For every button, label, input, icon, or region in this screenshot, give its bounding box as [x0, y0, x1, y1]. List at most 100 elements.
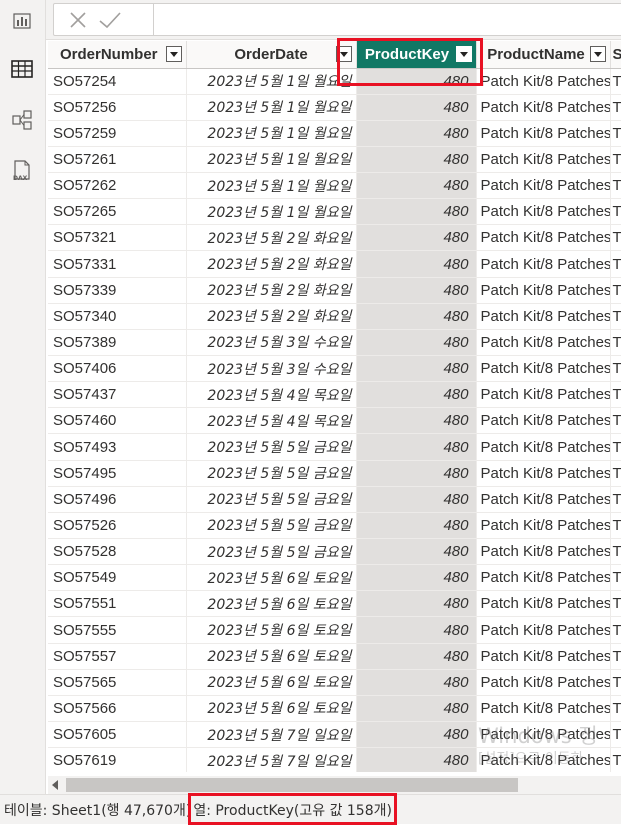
cell-ordernumber[interactable]: SO57555: [48, 617, 186, 643]
cell-productkey[interactable]: 480: [356, 434, 476, 460]
cell-s[interactable]: T: [610, 277, 621, 303]
cell-productname[interactable]: Patch Kit/8 Patches: [476, 303, 610, 329]
cell-s[interactable]: T: [610, 695, 621, 721]
filter-dropdown-icon[interactable]: [336, 46, 352, 62]
cell-orderdate[interactable]: 2023년 5월 4일 목요일: [186, 408, 356, 434]
cell-orderdate[interactable]: 2023년 5월 6일 토요일: [186, 565, 356, 591]
report-view-icon[interactable]: [9, 8, 35, 34]
cell-productkey[interactable]: 480: [356, 565, 476, 591]
cell-s[interactable]: T: [610, 669, 621, 695]
cell-orderdate[interactable]: 2023년 5월 5일 금요일: [186, 539, 356, 565]
cell-productkey[interactable]: 480: [356, 277, 476, 303]
cell-s[interactable]: T: [610, 486, 621, 512]
model-view-icon[interactable]: [9, 107, 35, 133]
cell-s[interactable]: T: [610, 748, 621, 772]
cell-orderdate[interactable]: 2023년 5월 2일 화요일: [186, 303, 356, 329]
cell-ordernumber[interactable]: SO57406: [48, 356, 186, 382]
column-header-productname[interactable]: ProductName: [476, 41, 610, 68]
cell-productname[interactable]: Patch Kit/8 Patches: [476, 695, 610, 721]
cell-s[interactable]: T: [610, 68, 621, 94]
cell-productkey[interactable]: 480: [356, 329, 476, 355]
cell-s[interactable]: T: [610, 434, 621, 460]
cell-orderdate[interactable]: 2023년 5월 2일 화요일: [186, 277, 356, 303]
cell-ordernumber[interactable]: SO57340: [48, 303, 186, 329]
cell-s[interactable]: T: [610, 173, 621, 199]
filter-dropdown-icon[interactable]: [590, 46, 606, 62]
cell-productkey[interactable]: 480: [356, 225, 476, 251]
cell-orderdate[interactable]: 2023년 5월 1일 월요일: [186, 173, 356, 199]
cell-s[interactable]: T: [610, 356, 621, 382]
cell-s[interactable]: T: [610, 512, 621, 538]
cell-s[interactable]: T: [610, 565, 621, 591]
cell-s[interactable]: T: [610, 382, 621, 408]
cell-s[interactable]: T: [610, 146, 621, 172]
cell-productname[interactable]: Patch Kit/8 Patches: [476, 669, 610, 695]
cell-ordernumber[interactable]: SO57565: [48, 669, 186, 695]
cell-ordernumber[interactable]: SO57261: [48, 146, 186, 172]
cell-productkey[interactable]: 480: [356, 173, 476, 199]
cell-orderdate[interactable]: 2023년 5월 1일 월요일: [186, 146, 356, 172]
close-icon[interactable]: [68, 10, 88, 30]
cell-orderdate[interactable]: 2023년 5월 7일 일요일: [186, 722, 356, 748]
cell-productkey[interactable]: 480: [356, 539, 476, 565]
cell-productname[interactable]: Patch Kit/8 Patches: [476, 277, 610, 303]
cell-s[interactable]: T: [610, 329, 621, 355]
cell-ordernumber[interactable]: SO57259: [48, 120, 186, 146]
cell-ordernumber[interactable]: SO57619: [48, 748, 186, 772]
formula-bar-input[interactable]: [153, 3, 621, 36]
cell-productkey[interactable]: 480: [356, 486, 476, 512]
cell-productname[interactable]: Patch Kit/8 Patches: [476, 199, 610, 225]
cell-s[interactable]: T: [610, 225, 621, 251]
cell-ordernumber[interactable]: SO57321: [48, 225, 186, 251]
cell-productkey[interactable]: 480: [356, 695, 476, 721]
cell-orderdate[interactable]: 2023년 5월 3일 수요일: [186, 356, 356, 382]
cell-s[interactable]: T: [610, 251, 621, 277]
cell-productkey[interactable]: 480: [356, 748, 476, 772]
cell-ordernumber[interactable]: SO57605: [48, 722, 186, 748]
dax-query-icon[interactable]: DAX: [9, 158, 35, 184]
cell-ordernumber[interactable]: SO57551: [48, 591, 186, 617]
cell-orderdate[interactable]: 2023년 5월 5일 금요일: [186, 460, 356, 486]
cell-productname[interactable]: Patch Kit/8 Patches: [476, 565, 610, 591]
cell-ordernumber[interactable]: SO57262: [48, 173, 186, 199]
cell-productname[interactable]: Patch Kit/8 Patches: [476, 591, 610, 617]
cell-productname[interactable]: Patch Kit/8 Patches: [476, 539, 610, 565]
cell-productname[interactable]: Patch Kit/8 Patches: [476, 356, 610, 382]
cell-ordernumber[interactable]: SO57331: [48, 251, 186, 277]
horizontal-scrollbar[interactable]: [48, 776, 621, 794]
cell-orderdate[interactable]: 2023년 5월 3일 수요일: [186, 329, 356, 355]
cell-productname[interactable]: Patch Kit/8 Patches: [476, 329, 610, 355]
cell-productname[interactable]: Patch Kit/8 Patches: [476, 68, 610, 94]
cell-ordernumber[interactable]: SO57557: [48, 643, 186, 669]
cell-ordernumber[interactable]: SO57495: [48, 460, 186, 486]
cell-s[interactable]: T: [610, 460, 621, 486]
cell-orderdate[interactable]: 2023년 5월 1일 월요일: [186, 199, 356, 225]
cell-orderdate[interactable]: 2023년 5월 1일 월요일: [186, 94, 356, 120]
cell-productkey[interactable]: 480: [356, 199, 476, 225]
column-header-productkey[interactable]: ProductKey: [356, 41, 476, 68]
cell-s[interactable]: T: [610, 120, 621, 146]
cell-s[interactable]: T: [610, 94, 621, 120]
cell-productkey[interactable]: 480: [356, 512, 476, 538]
cell-productname[interactable]: Patch Kit/8 Patches: [476, 460, 610, 486]
cell-ordernumber[interactable]: SO57460: [48, 408, 186, 434]
cell-ordernumber[interactable]: SO57339: [48, 277, 186, 303]
cell-orderdate[interactable]: 2023년 5월 2일 화요일: [186, 251, 356, 277]
cell-productname[interactable]: Patch Kit/8 Patches: [476, 382, 610, 408]
cell-productname[interactable]: Patch Kit/8 Patches: [476, 486, 610, 512]
cell-productname[interactable]: Patch Kit/8 Patches: [476, 225, 610, 251]
cell-orderdate[interactable]: 2023년 5월 6일 토요일: [186, 643, 356, 669]
cell-orderdate[interactable]: 2023년 5월 5일 금요일: [186, 512, 356, 538]
cell-productkey[interactable]: 480: [356, 251, 476, 277]
cell-ordernumber[interactable]: SO57389: [48, 329, 186, 355]
cell-productkey[interactable]: 480: [356, 94, 476, 120]
column-header-ordernumber[interactable]: OrderNumber: [48, 41, 186, 68]
cell-ordernumber[interactable]: SO57496: [48, 486, 186, 512]
cell-productkey[interactable]: 480: [356, 120, 476, 146]
cell-productkey[interactable]: 480: [356, 356, 476, 382]
cell-ordernumber[interactable]: SO57549: [48, 565, 186, 591]
cell-orderdate[interactable]: 2023년 5월 6일 토요일: [186, 617, 356, 643]
cell-s[interactable]: T: [610, 199, 621, 225]
cell-productname[interactable]: Patch Kit/8 Patches: [476, 120, 610, 146]
scroll-thumb[interactable]: [66, 778, 518, 792]
